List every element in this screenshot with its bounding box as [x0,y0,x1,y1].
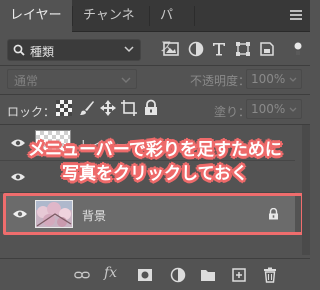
fill-field[interactable]: 100% [246,99,302,119]
divider [0,94,310,95]
fx-icon[interactable]: fx [104,265,117,281]
panel-menu-icon[interactable] [290,10,302,21]
tab-separator [194,6,195,26]
filter-kind-label: 種類 [30,45,55,59]
chevron-down-icon [289,77,297,82]
chevron-down-icon [289,107,297,112]
new-layer-icon[interactable] [231,267,247,283]
opacity-value: 100% [251,72,286,86]
layers-bottom-toolbar: fx [0,258,310,290]
click-highlight-frame [3,193,304,235]
annotation-line-2: 写真をクリックしておく [62,164,248,184]
lock-transparent-pixels-icon[interactable] [55,99,73,117]
opacity-label: 不透明度： [190,74,251,88]
tab-paths[interactable]: パス [150,0,194,55]
image-filter-icon[interactable] [163,41,179,57]
adjustment-filter-icon[interactable] [188,41,204,57]
adjustment-layer-icon[interactable] [170,267,186,283]
smart-object-filter-icon[interactable] [259,41,275,57]
add-mask-icon[interactable] [137,267,153,283]
annotation-line-1: メニューバーで彩りを足すために [28,140,282,160]
tab-channels[interactable]: チャンネル [73,0,149,55]
tab-layers[interactable]: レイヤー [0,0,72,32]
fill-value: 100% [251,102,286,116]
chevron-down-icon [124,46,134,53]
type-filter-icon[interactable] [211,41,227,57]
lock-position-icon[interactable] [99,99,117,117]
layer-kind-filter[interactable]: 種類 [7,39,141,61]
blend-mode-value: 通常 [14,74,39,88]
fill-label: 塗り： [214,105,251,119]
lock-image-pixels-icon[interactable] [78,99,96,117]
blend-mode-select[interactable]: 通常 [7,69,137,89]
lock-all-icon[interactable] [142,99,160,117]
delete-layer-icon[interactable] [262,267,278,283]
chevron-down-icon [121,77,131,83]
tab-bar: レイヤー チャンネル パス [0,0,310,55]
new-group-icon[interactable] [200,267,216,283]
search-icon [13,44,25,56]
lock-label: ロック： [7,105,56,119]
layers-panel: レイヤー チャンネル パス 種類 [0,0,310,290]
lock-artboard-icon[interactable] [120,99,138,117]
divider [0,65,310,66]
link-layers-icon[interactable] [74,267,90,283]
opacity-field[interactable]: 100% [246,69,302,89]
shape-filter-icon[interactable] [235,41,251,57]
filter-toggle-icon[interactable] [291,41,305,57]
